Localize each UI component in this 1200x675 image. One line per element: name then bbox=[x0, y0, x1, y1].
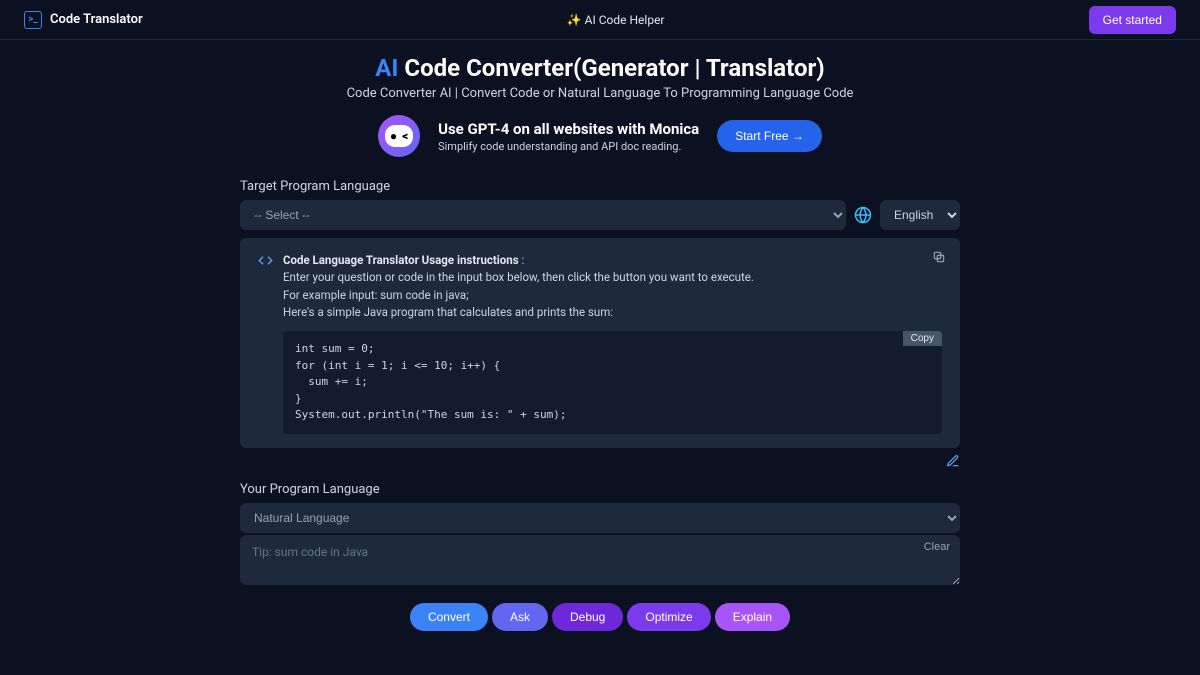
convert-button[interactable]: Convert bbox=[410, 603, 488, 631]
your-lang-label: Your Program Language bbox=[240, 482, 960, 497]
title-rest: Code Converter(Generator | Translator) bbox=[398, 54, 824, 82]
action-buttons: Convert Ask Debug Optimize Explain bbox=[240, 603, 960, 631]
main-container: AI Code Converter(Generator | Translator… bbox=[240, 40, 960, 631]
instructions-panel: Code Language Translator Usage instructi… bbox=[240, 238, 960, 448]
brand-name: Code Translator bbox=[50, 12, 143, 27]
optimize-button[interactable]: Optimize bbox=[627, 603, 710, 631]
title-ai: AI bbox=[375, 54, 398, 82]
promo-text: Use GPT-4 on all websites with Monica Si… bbox=[438, 120, 699, 153]
code-input[interactable] bbox=[240, 535, 960, 585]
target-lang-label: Target Program Language bbox=[240, 179, 960, 194]
ask-button[interactable]: Ask bbox=[492, 603, 548, 631]
globe-icon[interactable] bbox=[854, 206, 872, 224]
explain-button[interactable]: Explain bbox=[715, 603, 790, 631]
get-started-button[interactable]: Get started bbox=[1089, 6, 1176, 34]
target-language-select[interactable]: -- Select -- bbox=[240, 200, 846, 230]
top-header: >_ Code Translator ✨ AI Code Helper Get … bbox=[0, 0, 1200, 40]
page-title: AI Code Converter(Generator | Translator… bbox=[240, 54, 960, 82]
debug-button[interactable]: Debug bbox=[552, 603, 623, 631]
promo-subtitle: Simplify code understanding and API doc … bbox=[438, 140, 699, 153]
terminal-icon: >_ bbox=[24, 11, 42, 29]
promo-title: Use GPT-4 on all websites with Monica bbox=[438, 120, 699, 138]
clear-button[interactable]: Clear bbox=[924, 541, 950, 553]
ui-language-select[interactable]: English bbox=[880, 200, 960, 230]
instructions-text: Code Language Translator Usage instructi… bbox=[283, 252, 942, 434]
copy-code-button[interactable]: Copy bbox=[903, 331, 942, 346]
header-helper-text[interactable]: ✨ AI Code Helper bbox=[567, 13, 665, 27]
example-code-block: Copy int sum = 0; for (int i = 1; i <= 10… bbox=[283, 331, 942, 434]
brand-group[interactable]: >_ Code Translator bbox=[24, 11, 143, 29]
page-subtitle: Code Converter AI | Convert Code or Natu… bbox=[240, 86, 960, 101]
code-content: int sum = 0; for (int i = 1; i <= 10; i+… bbox=[295, 342, 567, 421]
promo-banner: ●< Use GPT-4 on all websites with Monica… bbox=[240, 115, 960, 157]
monica-icon: ●< bbox=[378, 115, 420, 157]
copy-panel-icon[interactable] bbox=[932, 250, 946, 264]
target-row: -- Select -- English bbox=[240, 200, 960, 230]
start-free-button[interactable]: Start Free → bbox=[717, 120, 822, 152]
instructions-heading: Code Language Translator Usage instructi… bbox=[283, 253, 519, 267]
code-brackets-icon bbox=[258, 253, 273, 272]
edit-icon[interactable] bbox=[946, 454, 960, 468]
your-language-select[interactable]: Natural Language bbox=[240, 503, 960, 533]
